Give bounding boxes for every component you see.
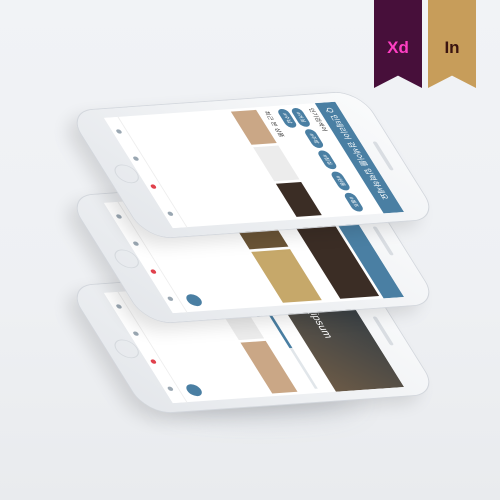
heart-icon[interactable] — [150, 269, 158, 274]
heart-icon[interactable] — [150, 359, 158, 364]
home-icon[interactable] — [115, 213, 124, 219]
edit-fab-button[interactable] — [183, 293, 205, 307]
search-icon[interactable] — [132, 331, 141, 337]
home-icon[interactable] — [115, 303, 124, 309]
edit-fab-button[interactable] — [183, 383, 205, 397]
in-logo-text: In — [444, 38, 460, 57]
search-icon[interactable] — [132, 241, 141, 247]
search-icon[interactable] — [132, 156, 141, 162]
user-icon[interactable] — [167, 211, 175, 217]
heart-icon[interactable] — [150, 184, 158, 189]
xd-logo-text: Xd — [387, 38, 409, 57]
user-icon[interactable] — [167, 296, 175, 302]
home-icon[interactable] — [115, 128, 124, 134]
phone-top-screen: Q 인테리어 검색어를 입력하세요 인기검색어 #거실 #주방 #침실 #원룸 … — [103, 101, 405, 229]
adobe-indesign-badge: In — [428, 0, 476, 88]
adobe-xd-badge: Xd — [374, 0, 422, 88]
user-icon[interactable] — [167, 386, 175, 392]
